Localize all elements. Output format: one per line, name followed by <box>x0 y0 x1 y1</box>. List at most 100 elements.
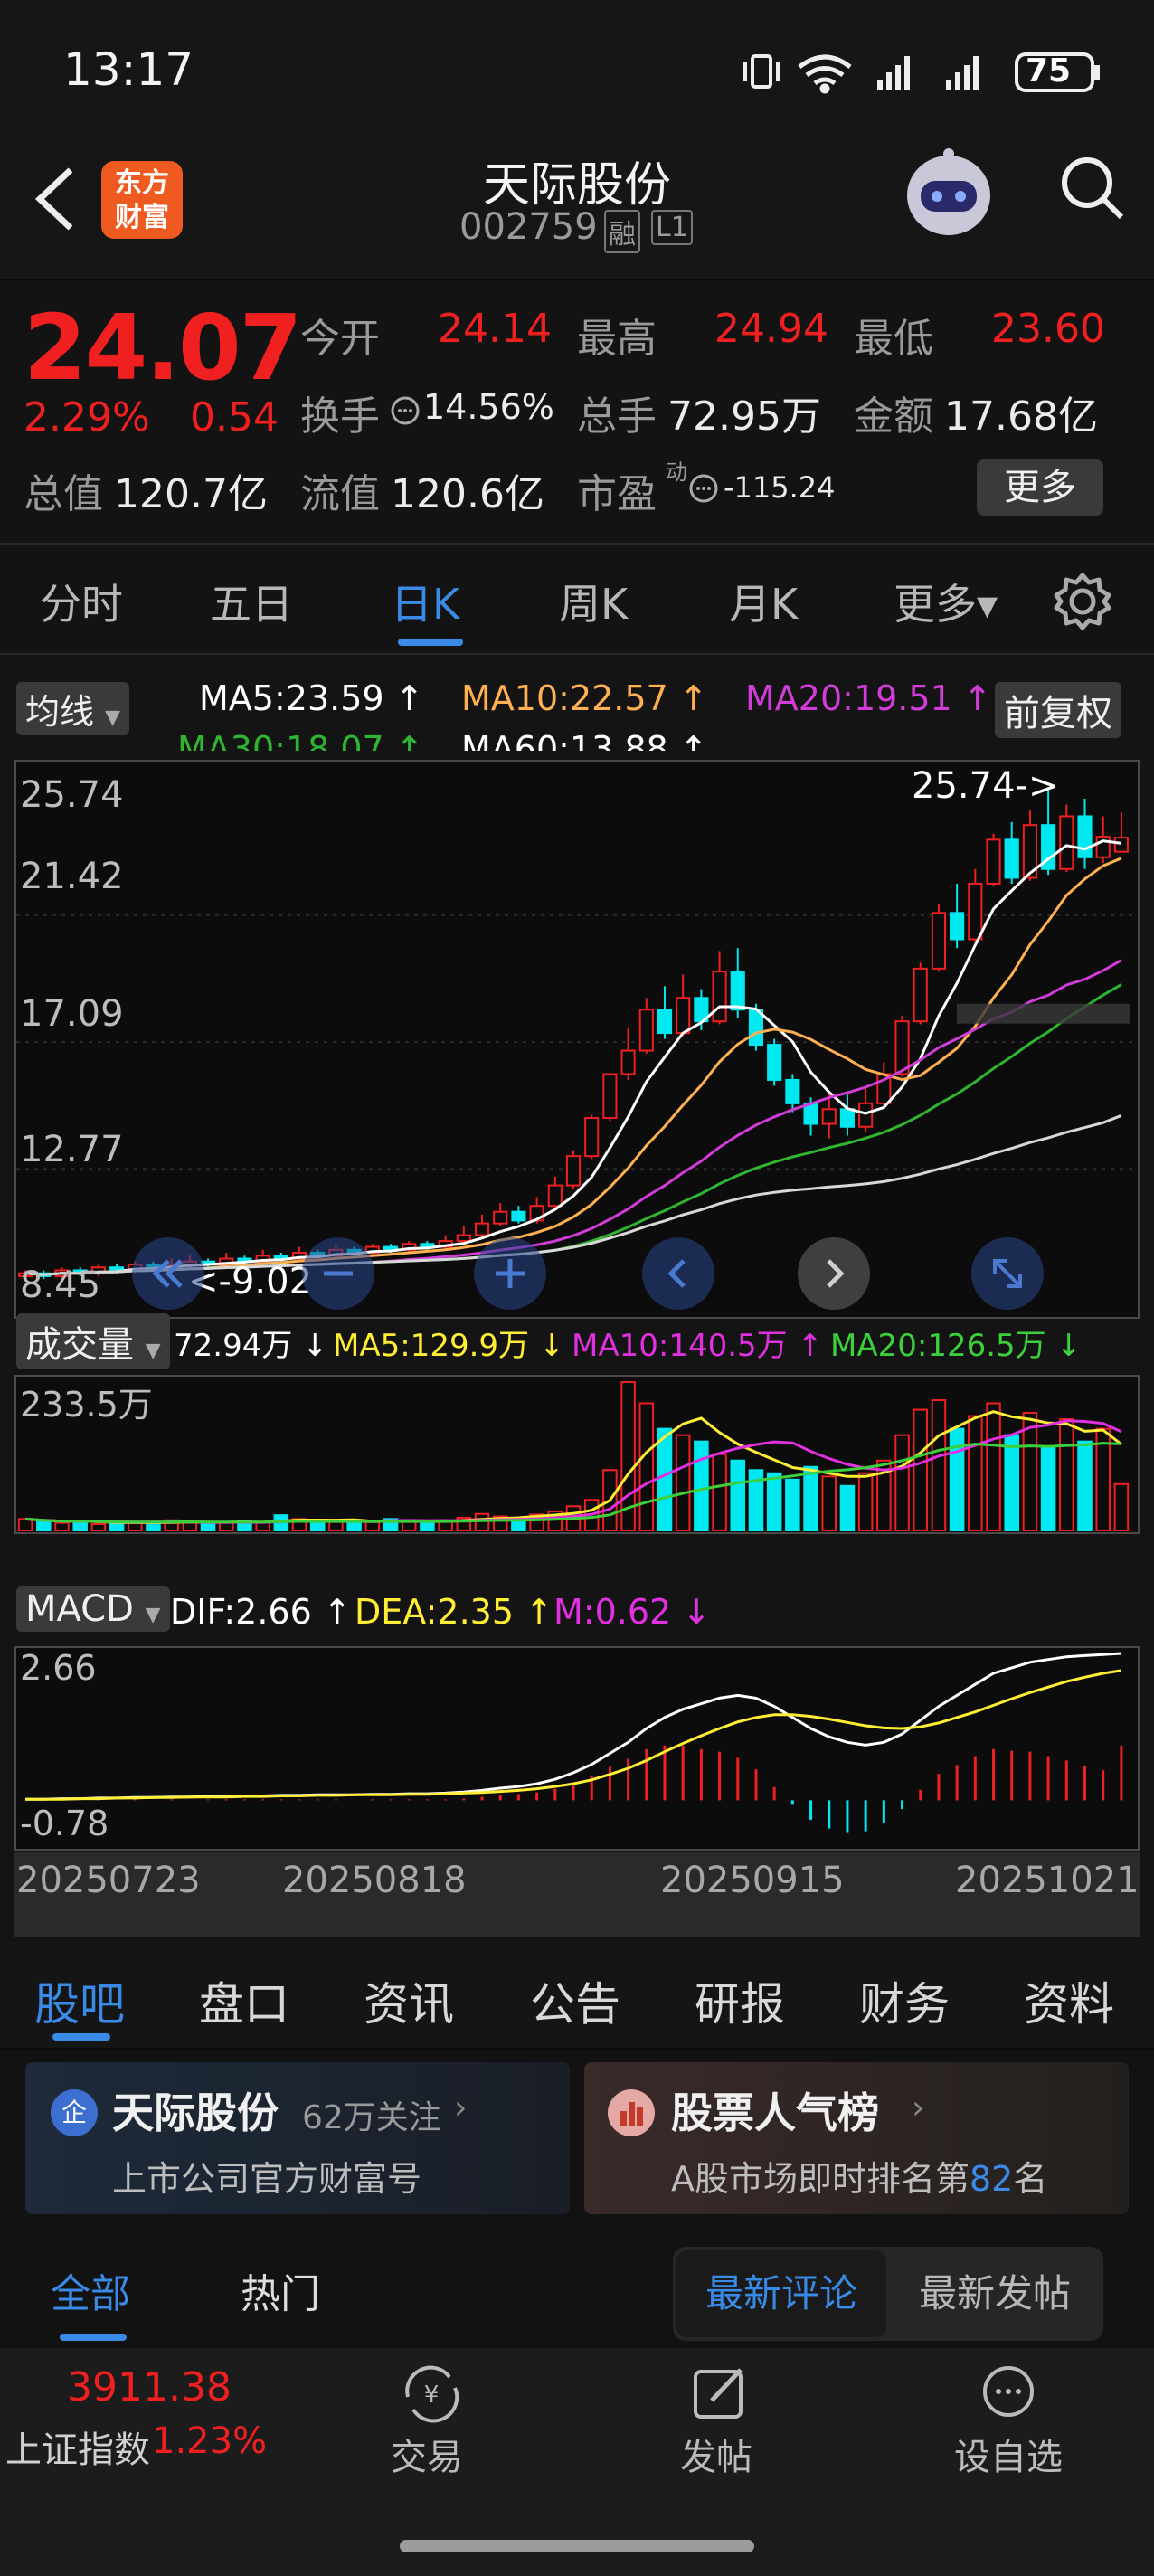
high-value: 24.94 <box>714 306 828 352</box>
scroll-far-left-button[interactable] <box>132 1237 204 1310</box>
open-value: 24.14 <box>438 306 552 352</box>
volume-bar <box>766 1472 782 1531</box>
macd-chart <box>25 1652 1123 1833</box>
macd-indicator-button[interactable]: MACD ▼ <box>16 1586 170 1632</box>
tab-announcements[interactable]: 公告 <box>530 1968 620 2033</box>
volume-bar <box>657 1427 673 1532</box>
change-percent: 2.29% <box>24 394 150 440</box>
candle-body <box>511 1210 526 1222</box>
settings-gear-icon[interactable] <box>1053 572 1112 631</box>
volume-bar <box>839 1484 856 1532</box>
chevron-left-icon <box>667 1259 686 1288</box>
robot-assistant-icon[interactable] <box>901 145 997 241</box>
more-dots-icon <box>983 2366 1034 2417</box>
dropdown-arrow-icon: ▼ <box>145 1604 161 1626</box>
volume-indicator-button[interactable]: 成交量 ▼ <box>16 1313 170 1369</box>
tab-research[interactable]: 研报 <box>695 1968 785 2033</box>
filter-hot[interactable]: 热门 <box>241 2261 320 2319</box>
volume-bar <box>328 1520 344 1531</box>
volume-frame[interactable]: 233.5万 <box>14 1375 1140 1534</box>
tab-news[interactable]: 资讯 <box>364 1968 454 2033</box>
y-tick-21-42: 21.42 <box>20 856 124 897</box>
volume-bar <box>931 1399 947 1531</box>
current-price: 24.07 <box>24 295 302 401</box>
ma-selector-button[interactable]: 均线 ▼ <box>16 682 130 735</box>
index-value[interactable]: 3911.38 <box>67 2364 232 2410</box>
tab-pankou[interactable]: 盘口 <box>199 1968 289 2033</box>
candle-body <box>657 1009 673 1035</box>
signal-icon <box>877 56 910 90</box>
sort-latest-comment[interactable]: 最新评论 <box>676 2250 886 2337</box>
tab-weekly-k[interactable]: 周K <box>559 572 628 631</box>
add-watchlist-button[interactable]: 设自选 <box>941 2361 1076 2480</box>
volume-bar <box>712 1453 727 1531</box>
kline-frame[interactable]: 25.74 21.42 17.09 12.77 8.45 25.74-> <-9… <box>14 760 1140 1319</box>
x-axis: 20250723 20250818 20250915 20251021 <box>14 1852 1140 1937</box>
candle-body <box>785 1078 800 1104</box>
change-amount: 0.54 <box>190 394 279 440</box>
candle-body <box>456 1234 471 1243</box>
zoom-out-button[interactable] <box>302 1237 374 1310</box>
scroll-right-button[interactable] <box>798 1237 870 1310</box>
volume-bar <box>821 1475 837 1532</box>
wifi-icon <box>798 54 852 94</box>
scroll-left-button[interactable] <box>642 1237 714 1310</box>
tab-more[interactable]: 更多▾ <box>894 572 998 631</box>
zoom-in-button[interactable] <box>474 1237 546 1310</box>
sort-latest-post[interactable]: 最新发帖 <box>890 2250 1100 2337</box>
search-icon[interactable] <box>1058 154 1127 223</box>
minus-icon <box>324 1271 353 1276</box>
tab-daily-k[interactable]: 日K <box>391 572 459 631</box>
float-value: 120.6亿 <box>391 471 544 517</box>
x-tick-2: 20250818 <box>282 1860 467 1901</box>
candle-body <box>493 1210 508 1225</box>
volume-bar <box>949 1427 965 1532</box>
volume-bar <box>730 1459 746 1531</box>
macd-frame[interactable]: 2.66 -0.78 <box>14 1646 1140 1851</box>
candle-body <box>748 1009 764 1046</box>
candlestick-chart <box>16 789 1138 1280</box>
more-button[interactable]: 更多 <box>977 459 1103 516</box>
index-name[interactable]: 上证指数 <box>5 2420 150 2473</box>
dropdown-arrow-icon: ▼ <box>105 706 121 729</box>
amount-label: 金额 <box>854 393 933 440</box>
candle-body <box>638 1009 654 1052</box>
candle-body <box>584 1117 600 1158</box>
candle-body <box>931 912 947 970</box>
tab-intraday[interactable]: 分时 <box>40 572 123 631</box>
official-account-card[interactable]: 企 天际股份 62万关注 › 上市公司官方财富号 <box>25 2062 570 2214</box>
trade-button[interactable]: ¥ 交易 <box>391 2361 472 2480</box>
active-tab-indicator <box>398 639 463 646</box>
popularity-rank-card[interactable]: 股票人气榜 › A股市场即时排名第82名 <box>584 2062 1129 2214</box>
tab-profile[interactable]: 资料 <box>1024 1968 1114 2033</box>
fullscreen-button[interactable] <box>971 1237 1044 1310</box>
adjustment-button[interactable]: 前复权 <box>995 682 1121 738</box>
rank-number: 82 <box>970 2159 1014 2199</box>
volume-bar <box>1077 1440 1093 1531</box>
filter-all[interactable]: 全部 <box>51 2261 130 2319</box>
volume-bar <box>1004 1434 1019 1531</box>
volume-bar <box>54 1521 70 1531</box>
info-icon[interactable] <box>687 472 720 505</box>
level-badge: L1 <box>651 210 693 245</box>
volume-max-tick: 233.5万 <box>20 1385 153 1425</box>
tab-guba[interactable]: 股吧 <box>34 1968 125 2033</box>
chevron-right-icon: › <box>912 2089 925 2126</box>
tab-monthly-k[interactable]: 月K <box>729 572 798 631</box>
volume-bar <box>968 1415 983 1531</box>
volume-bar <box>1059 1418 1074 1532</box>
volume-bar <box>420 1521 435 1531</box>
stock-code: 002759 <box>459 206 598 248</box>
tab-finance[interactable]: 财务 <box>859 1968 950 2033</box>
tab-five-day[interactable]: 五日 <box>210 572 293 631</box>
candle-body <box>913 967 928 1023</box>
candle-body <box>1004 838 1019 879</box>
info-icon[interactable] <box>389 394 421 427</box>
candle-body <box>547 1184 563 1208</box>
post-button[interactable]: 发帖 <box>680 2361 761 2480</box>
volume-bar-chart <box>17 1381 1130 1532</box>
index-percent: 1.23% <box>152 2420 268 2462</box>
volume-bar <box>913 1408 929 1532</box>
macd-indicator-label: MACD <box>25 1588 134 1630</box>
mktcap-value: 120.7亿 <box>114 471 268 517</box>
